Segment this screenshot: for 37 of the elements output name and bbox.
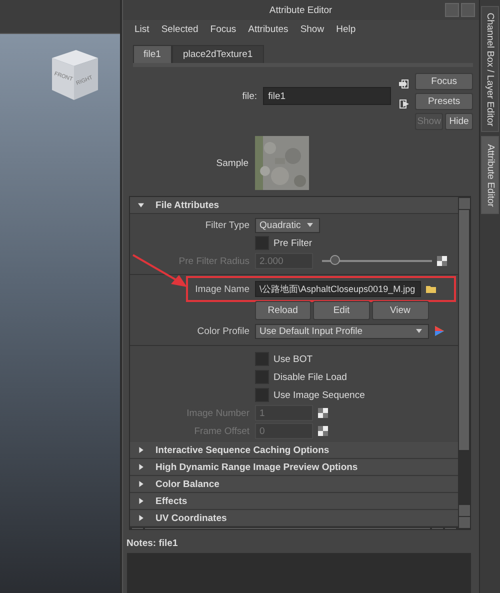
filter-dropdown[interactable]: Quadratic xyxy=(254,218,320,232)
menu-item[interactable]: Focus xyxy=(210,24,236,35)
checkbox-label: Disable File Load xyxy=(274,372,347,382)
section-header[interactable]: Interactive Sequence Caching Options xyxy=(130,442,458,459)
section-header[interactable]: File Attributes xyxy=(130,197,458,214)
field-label: Image Name xyxy=(194,284,250,294)
section-header[interactable]: High Dynamic Range Image Preview Options xyxy=(130,459,458,476)
profile-dropdown[interactable]: Use Default Input Profile xyxy=(254,324,429,338)
checkbox-label: Pre Filter xyxy=(274,238,312,248)
sample-label: Sample xyxy=(215,158,249,168)
node-name-field[interactable]: file1 xyxy=(263,87,392,105)
editor-button[interactable]: Presets xyxy=(415,93,474,110)
visibility-button[interactable]: Hide xyxy=(445,113,474,130)
side-tab[interactable]: Attribute Editor xyxy=(481,136,500,214)
notes-label: Notes: file1 xyxy=(126,538,179,551)
side-tab[interactable]: Channel Box / Layer Editor xyxy=(481,6,500,132)
window-title: Attribute Editor xyxy=(269,4,332,16)
editor-button[interactable]: Focus xyxy=(415,73,474,90)
menu-item[interactable]: Selected xyxy=(161,24,198,35)
section-header[interactable]: Color Balance xyxy=(130,476,458,493)
menu-item[interactable]: List xyxy=(134,24,150,35)
section-header[interactable]: Effects xyxy=(130,493,458,510)
action-button[interactable]: View xyxy=(372,300,429,320)
checkbox-label: Use BOT xyxy=(274,354,313,364)
action-button[interactable]: Edit xyxy=(313,300,370,320)
field-label: file: xyxy=(242,90,258,102)
node-tab[interactable]: place2dTexture1 xyxy=(172,45,264,63)
field-label: Color Profile xyxy=(196,326,250,336)
file-path-field[interactable]: \公路地面\AsphaltCloseups0019_M.jpg xyxy=(254,281,421,297)
menu-item[interactable]: Help xyxy=(336,24,356,35)
section-header[interactable]: UV Coordinates xyxy=(130,510,458,527)
action-button[interactable]: Reload xyxy=(254,300,312,320)
checkbox-label: Use Image Sequence xyxy=(274,390,365,400)
menu-item[interactable]: Show xyxy=(300,24,324,35)
field-label: Filter Type xyxy=(204,220,250,230)
node-tab[interactable]: file1 xyxy=(132,45,172,63)
menu-item[interactable]: Attributes xyxy=(248,24,288,35)
